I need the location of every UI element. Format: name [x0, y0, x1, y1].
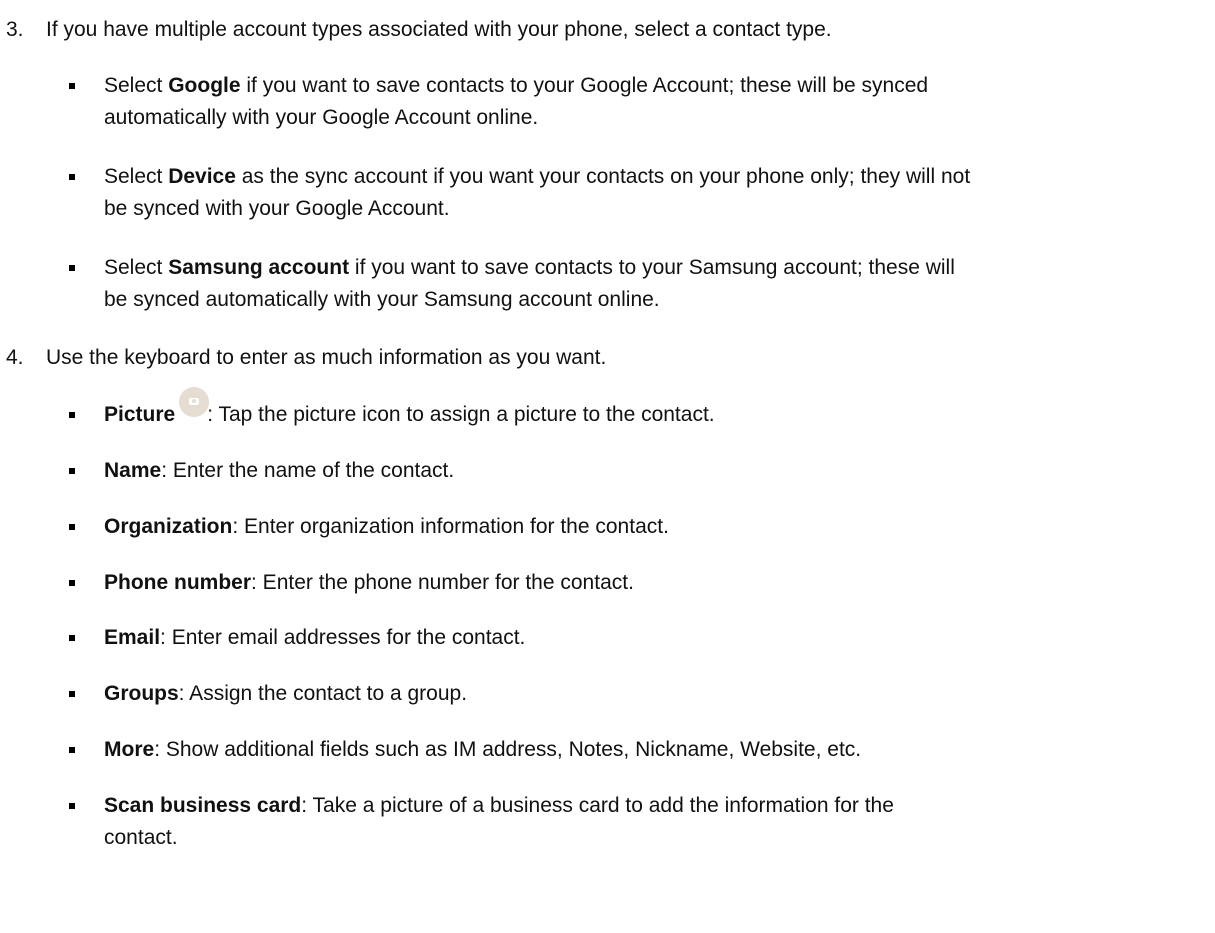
field-name: More	[104, 738, 155, 761]
field-name: Picture	[104, 403, 176, 426]
bullet-icon	[69, 635, 75, 641]
bullet-text: Phone number: Enter the phone number for…	[104, 571, 634, 594]
bullet-text: Name: Enter the name of the contact.	[104, 459, 455, 482]
bullet-text: Email: Enter email addresses for the con…	[104, 626, 526, 649]
bullet-text: Scan business card: Take a picture of a …	[104, 794, 894, 849]
bullet-icon	[69, 412, 75, 418]
step-number: 4.	[6, 346, 24, 369]
bullet-icon	[69, 747, 75, 753]
bullet-icon	[69, 83, 75, 89]
step-text: If you have multiple account types assoc…	[46, 18, 832, 41]
field-name: Name	[104, 459, 162, 482]
bullet-icon	[69, 691, 75, 697]
option-name: Samsung account	[168, 256, 350, 279]
step-text: Use the keyboard to enter as much inform…	[46, 346, 607, 369]
bullet-icon	[69, 468, 75, 474]
bullet-icon	[69, 524, 75, 530]
field-name: Groups	[104, 682, 179, 705]
bullet-icon	[69, 174, 75, 180]
bullet-icon	[69, 265, 75, 271]
field-name: Scan business card	[104, 794, 302, 817]
bullet-text: Picture: Tap the picture icon to assign …	[104, 387, 1199, 431]
camera-icon	[179, 387, 210, 417]
bullet-text: Groups: Assign the contact to a group.	[104, 682, 468, 705]
bullet-icon	[69, 803, 75, 809]
bullet-text: Select Google if you want to save contac…	[104, 74, 929, 129]
option-name: Device	[168, 165, 236, 188]
option-name: Google	[168, 74, 241, 97]
step-number: 3.	[6, 18, 24, 41]
bullet-icon	[69, 580, 75, 586]
field-name: Organization	[104, 515, 233, 538]
bullet-text: Select Device as the sync account if you…	[104, 165, 971, 220]
field-name: Email	[104, 626, 161, 649]
bullet-text: Organization: Enter organization informa…	[104, 515, 669, 538]
bullet-text: More: Show additional fields such as IM …	[104, 738, 862, 761]
bullet-text: Select Samsung account if you want to sa…	[104, 256, 955, 311]
field-name: Phone number	[104, 571, 252, 594]
